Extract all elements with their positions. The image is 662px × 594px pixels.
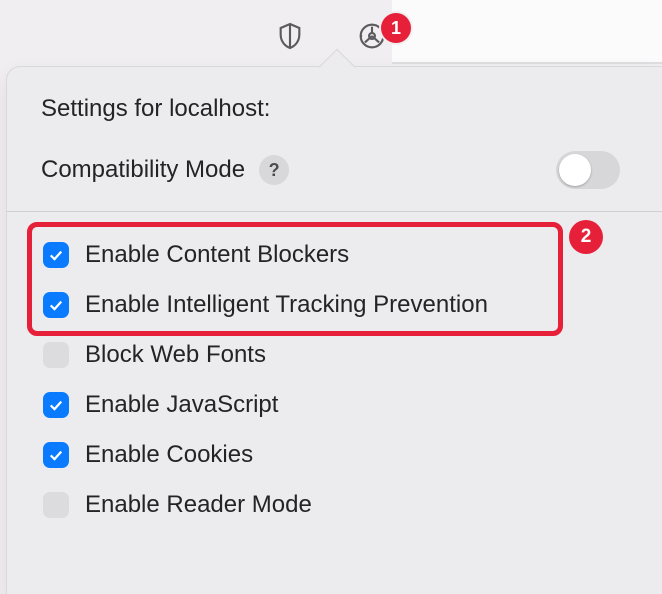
- option-enable-javascript[interactable]: Enable JavaScript: [37, 380, 632, 430]
- checkbox-icon[interactable]: [43, 292, 69, 318]
- option-label: Enable Intelligent Tracking Prevention: [85, 291, 488, 319]
- option-enable-intelligent-tracking-prevention[interactable]: Enable Intelligent Tracking Prevention: [37, 280, 632, 330]
- site-settings-popover: Settings for localhost: Compatibility Mo…: [6, 66, 662, 594]
- options-list: Enable Content Blockers Enable Intellige…: [7, 212, 662, 530]
- popover-title: Settings for localhost:: [41, 95, 628, 123]
- settings-gear-icon[interactable]: 1: [355, 19, 389, 53]
- compatibility-mode-label: Compatibility Mode: [41, 156, 245, 184]
- annotation-badge-2: 2: [569, 220, 603, 254]
- option-label: Enable Cookies: [85, 441, 253, 469]
- annotation-badge-1: 1: [381, 13, 411, 43]
- shield-icon[interactable]: [273, 19, 307, 53]
- option-enable-cookies[interactable]: Enable Cookies: [37, 430, 632, 480]
- option-enable-content-blockers[interactable]: Enable Content Blockers: [37, 230, 632, 280]
- checkbox-icon[interactable]: [43, 392, 69, 418]
- checkbox-icon[interactable]: [43, 442, 69, 468]
- option-label: Enable JavaScript: [85, 391, 278, 419]
- checkbox-icon[interactable]: [43, 242, 69, 268]
- compatibility-mode-toggle[interactable]: [556, 151, 620, 189]
- checkbox-icon[interactable]: [43, 342, 69, 368]
- option-label: Block Web Fonts: [85, 341, 266, 369]
- help-icon[interactable]: ?: [259, 155, 289, 185]
- compatibility-mode-row: Compatibility Mode ?: [41, 151, 628, 189]
- checkbox-icon[interactable]: [43, 492, 69, 518]
- toggle-knob: [559, 154, 591, 186]
- option-enable-reader-mode[interactable]: Enable Reader Mode: [37, 480, 632, 530]
- option-block-web-fonts[interactable]: Block Web Fonts: [37, 330, 632, 380]
- option-label: Enable Reader Mode: [85, 491, 312, 519]
- option-label: Enable Content Blockers: [85, 241, 349, 269]
